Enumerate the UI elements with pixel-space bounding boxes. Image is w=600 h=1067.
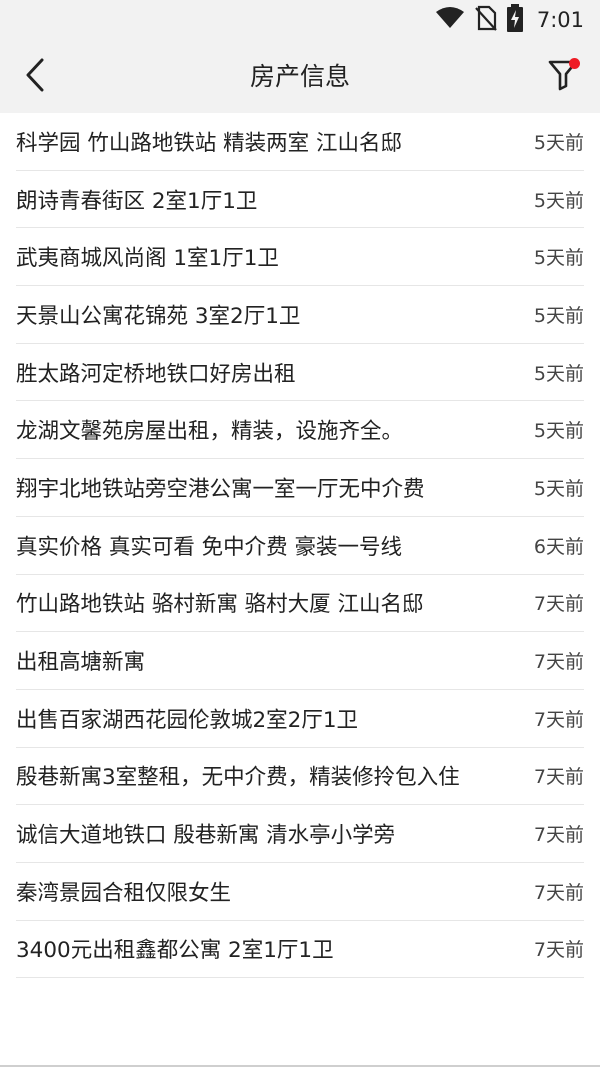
listing-item[interactable]: 竹山路地铁站 骆村新寓 骆村大厦 江山名邸 7天前 [16, 575, 584, 633]
listing-title: 3400元出租鑫都公寓 2室1厅1卫 [16, 938, 334, 964]
listing-time: 7天前 [533, 766, 584, 789]
listing-title: 翔宇北地铁站旁空港公寓一室一厅无中介费 [16, 476, 425, 502]
status-bar: 7:01 [0, 0, 600, 40]
listing-item[interactable]: 科学园 竹山路地铁站 精装两室 江山名邸 5天前 [16, 113, 584, 171]
listing-item[interactable]: 武夷商城风尚阁 1室1厅1卫 5天前 [16, 228, 584, 287]
listing-item[interactable]: 殷巷新寓3室整租，无中介费，精装修拎包入住 7天前 [16, 748, 584, 806]
listing-item[interactable]: 翔宇北地铁站旁空港公寓一室一厅无中介费 5天前 [16, 459, 584, 517]
listing-title: 胜太路河定桥地铁口好房出租 [16, 361, 296, 387]
listing-title: 秦湾景园合租仅限女生 [16, 880, 232, 906]
listing-time: 5天前 [533, 477, 584, 500]
listing-title: 殷巷新寓3室整租，无中介费，精装修拎包入住 [16, 765, 460, 791]
listing-item[interactable]: 天景山公寓花锦苑 3室2厅1卫 5天前 [16, 286, 584, 344]
listing-item[interactable]: 3400元出租鑫都公寓 2室1厅1卫 7天前 [16, 921, 584, 979]
listing-title: 龙湖文馨苑房屋出租，精装，设施齐全。 [16, 419, 404, 445]
listing-title: 天景山公寓花锦苑 3室2厅1卫 [16, 303, 301, 329]
listing-item[interactable]: 龙湖文馨苑房屋出租，精装，设施齐全。 5天前 [16, 401, 584, 460]
listing-title: 出租高塘新寓 [16, 650, 146, 676]
listing-title: 武夷商城风尚阁 1室1厅1卫 [16, 246, 279, 272]
filter-button[interactable] [540, 54, 586, 100]
listing-time: 5天前 [533, 247, 584, 270]
filter-badge-dot [569, 58, 580, 69]
listing-item[interactable]: 真实价格 真实可看 免中介费 豪装一号线 6天前 [16, 517, 584, 575]
listing-item[interactable]: 秦湾景园合租仅限女生 7天前 [16, 863, 584, 921]
listing-item[interactable]: 朗诗青春街区 2室1厅1卫 5天前 [16, 171, 584, 229]
no-sim-icon [475, 5, 497, 35]
listing-time: 7天前 [533, 651, 584, 674]
battery-charging-icon [506, 4, 523, 36]
app-header: 房产信息 [0, 40, 600, 113]
listing-time: 5天前 [533, 189, 584, 212]
listing-time: 7天前 [533, 939, 584, 962]
listing-title: 真实价格 真实可看 免中介费 豪装一号线 [16, 534, 403, 560]
listing-item[interactable]: 出售百家湖西花园伦敦城2室2厅1卫 7天前 [16, 690, 584, 748]
listing-time: 7天前 [533, 593, 584, 616]
back-button[interactable] [12, 54, 58, 100]
listing-item[interactable]: 胜太路河定桥地铁口好房出租 5天前 [16, 344, 584, 402]
listing-time: 6天前 [533, 535, 584, 558]
listing-list: 科学园 竹山路地铁站 精装两室 江山名邸 5天前 朗诗青春街区 2室1厅1卫 5… [0, 113, 600, 979]
listing-time: 7天前 [533, 881, 584, 904]
listing-time: 5天前 [533, 131, 584, 154]
listing-time: 7天前 [533, 824, 584, 847]
listing-time: 5天前 [533, 362, 584, 385]
status-time: 7:01 [536, 8, 584, 32]
listing-item[interactable]: 诚信大道地铁口 殷巷新寓 清水亭小学旁 7天前 [16, 805, 584, 863]
listing-time: 5天前 [533, 304, 584, 327]
wifi-icon [435, 6, 465, 34]
listing-time: 7天前 [533, 708, 584, 731]
page-title: 房产信息 [249, 62, 350, 91]
listing-item[interactable]: 出租高塘新寓 7天前 [16, 632, 584, 690]
listing-title: 竹山路地铁站 骆村新寓 骆村大厦 江山名邸 [16, 592, 424, 618]
listing-time: 5天前 [533, 420, 584, 443]
listing-title: 诚信大道地铁口 殷巷新寓 清水亭小学旁 [16, 823, 396, 849]
listing-title: 出售百家湖西花园伦敦城2室2厅1卫 [16, 707, 359, 733]
listing-title: 朗诗青春街区 2室1厅1卫 [16, 188, 258, 214]
listing-title: 科学园 竹山路地铁站 精装两室 江山名邸 [16, 130, 403, 156]
chevron-left-icon [24, 58, 46, 96]
status-icons: 7:01 [435, 4, 584, 36]
